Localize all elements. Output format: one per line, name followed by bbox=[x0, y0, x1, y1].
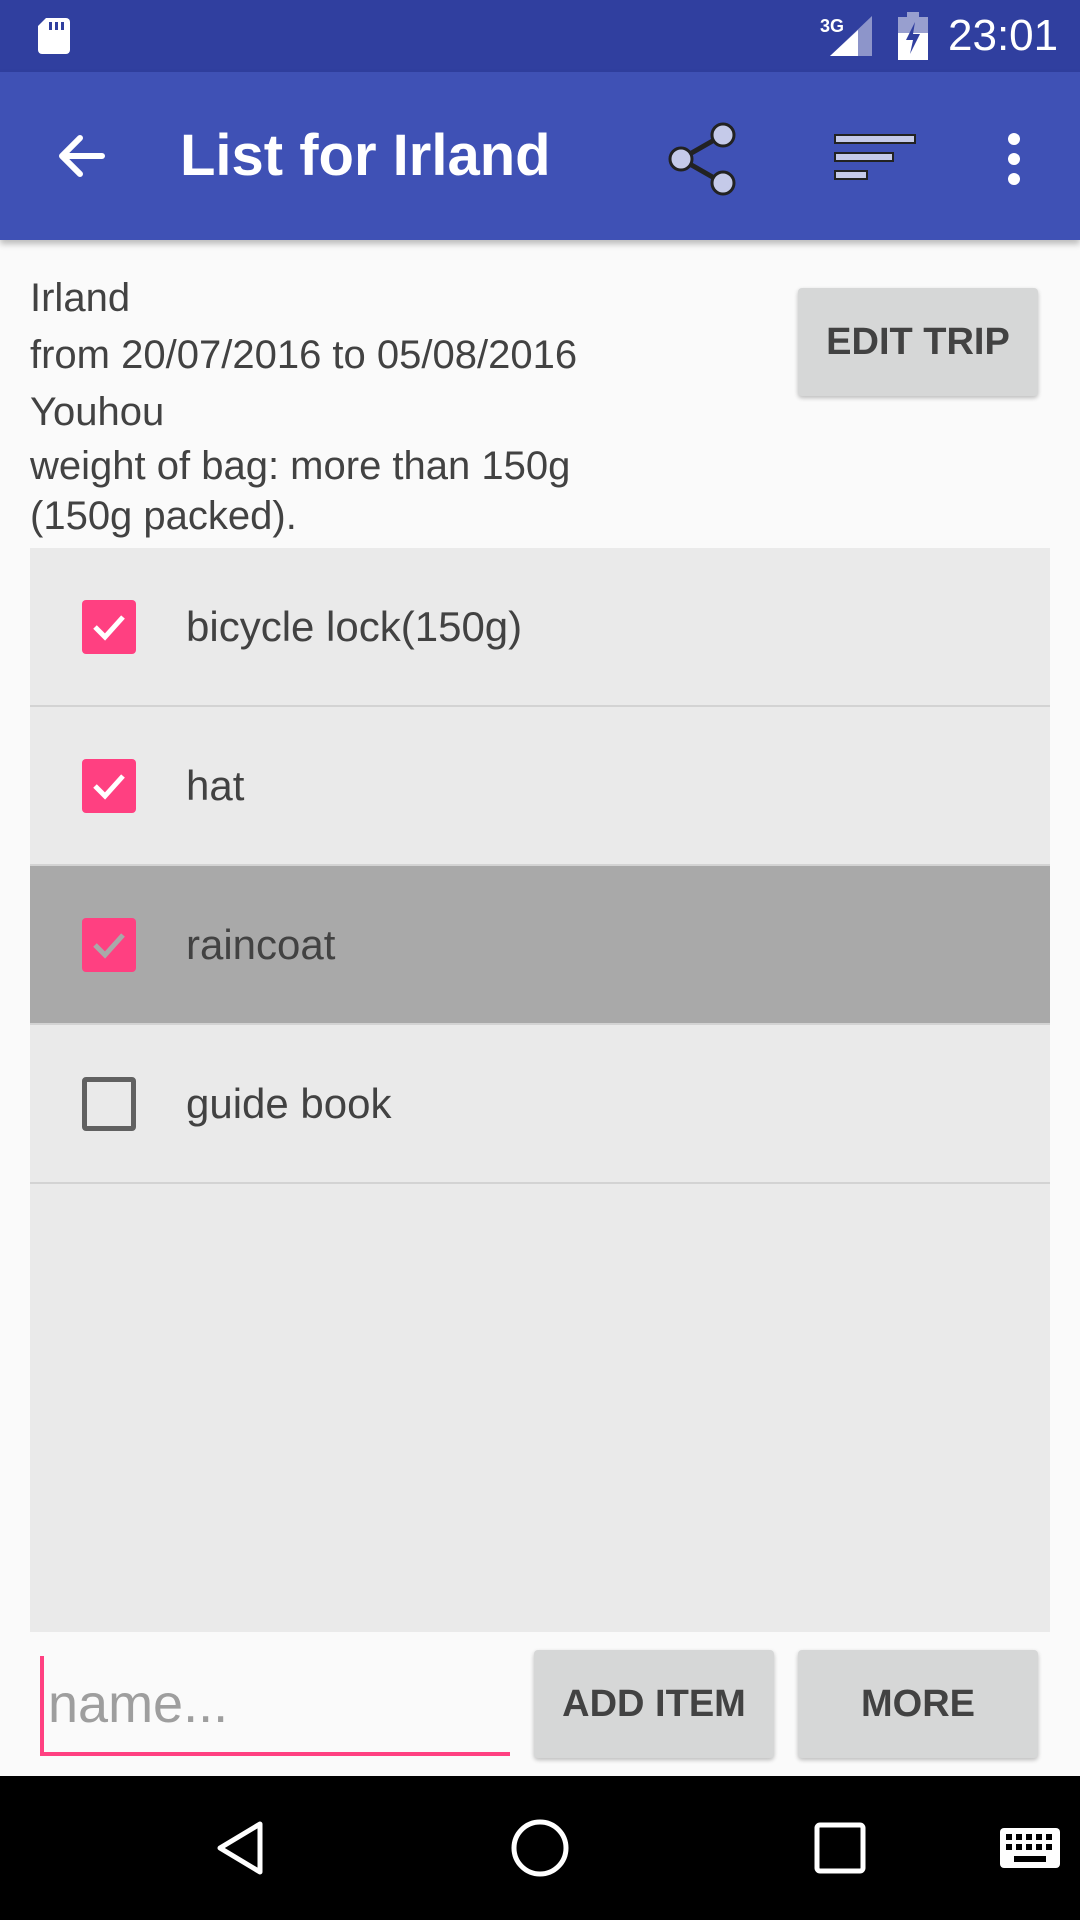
item-label: raincoat bbox=[186, 921, 336, 968]
nav-recents-icon bbox=[814, 1822, 866, 1874]
item-label: hat bbox=[186, 762, 245, 809]
page-title: List for Irland bbox=[180, 123, 551, 188]
item-name-input[interactable] bbox=[40, 1656, 510, 1752]
item-label: guide book bbox=[186, 1080, 392, 1127]
edit-trip-button[interactable]: EDIT TRIP bbox=[798, 288, 1038, 396]
sort-button[interactable] bbox=[828, 116, 924, 202]
trip-weight: weight of bag: more than 150g (150g pack… bbox=[30, 444, 571, 538]
check-icon bbox=[93, 774, 125, 800]
trip-name: Irland bbox=[30, 276, 131, 320]
list-item[interactable]: bicycle lock(150g) bbox=[30, 548, 1050, 707]
packing-list: bicycle lock(150g) hat raincoat guide bo… bbox=[30, 548, 1050, 1632]
nav-home-button[interactable] bbox=[500, 1808, 580, 1888]
back-button[interactable] bbox=[42, 116, 122, 196]
overflow-menu-icon bbox=[1008, 133, 1020, 185]
add-item-bar: ADD ITEM MORE bbox=[0, 1632, 1080, 1776]
nav-back-button[interactable] bbox=[200, 1808, 280, 1888]
trip-info: Irland from 20/07/2016 to 05/08/2016 You… bbox=[30, 270, 750, 541]
overflow-menu-button[interactable] bbox=[986, 116, 1042, 202]
share-icon bbox=[668, 122, 736, 196]
svg-text:3G: 3G bbox=[820, 16, 844, 36]
status-bar: 3G 23:01 bbox=[0, 0, 1080, 72]
item-label: bicycle lock(150g) bbox=[186, 603, 523, 650]
status-time: 23:01 bbox=[948, 11, 1059, 60]
battery-charging-icon bbox=[898, 12, 928, 60]
check-icon bbox=[93, 615, 125, 641]
share-button[interactable] bbox=[660, 116, 746, 202]
add-item-button[interactable]: ADD ITEM bbox=[534, 1650, 774, 1758]
check-icon bbox=[93, 933, 125, 959]
app-bar: List for Irland bbox=[0, 72, 1080, 240]
sort-icon bbox=[834, 134, 916, 180]
item-checkbox[interactable] bbox=[82, 1077, 136, 1131]
item-checkbox[interactable] bbox=[82, 600, 136, 654]
list-item[interactable]: guide book bbox=[30, 1025, 1050, 1184]
back-arrow-icon bbox=[59, 135, 105, 177]
list-item[interactable]: hat bbox=[30, 707, 1050, 866]
nav-recents-button[interactable] bbox=[800, 1808, 880, 1888]
nav-back-icon bbox=[217, 1821, 263, 1875]
input-underline bbox=[40, 1752, 510, 1756]
keyboard-button[interactable] bbox=[980, 1808, 1080, 1888]
sd-card-icon bbox=[38, 18, 70, 54]
more-button[interactable]: MORE bbox=[798, 1650, 1038, 1758]
keyboard-icon bbox=[1000, 1828, 1060, 1868]
trip-note: Youhou bbox=[30, 390, 165, 434]
nav-home-icon bbox=[511, 1819, 569, 1877]
trip-dates: from 20/07/2016 to 05/08/2016 bbox=[30, 333, 578, 377]
item-checkbox[interactable] bbox=[82, 759, 136, 813]
list-item[interactable]: raincoat bbox=[30, 866, 1050, 1025]
signal-3g-icon: 3G bbox=[820, 16, 872, 56]
name-field-wrapper bbox=[40, 1656, 510, 1756]
item-checkbox[interactable] bbox=[82, 918, 136, 972]
system-nav-bar bbox=[0, 1776, 1080, 1920]
